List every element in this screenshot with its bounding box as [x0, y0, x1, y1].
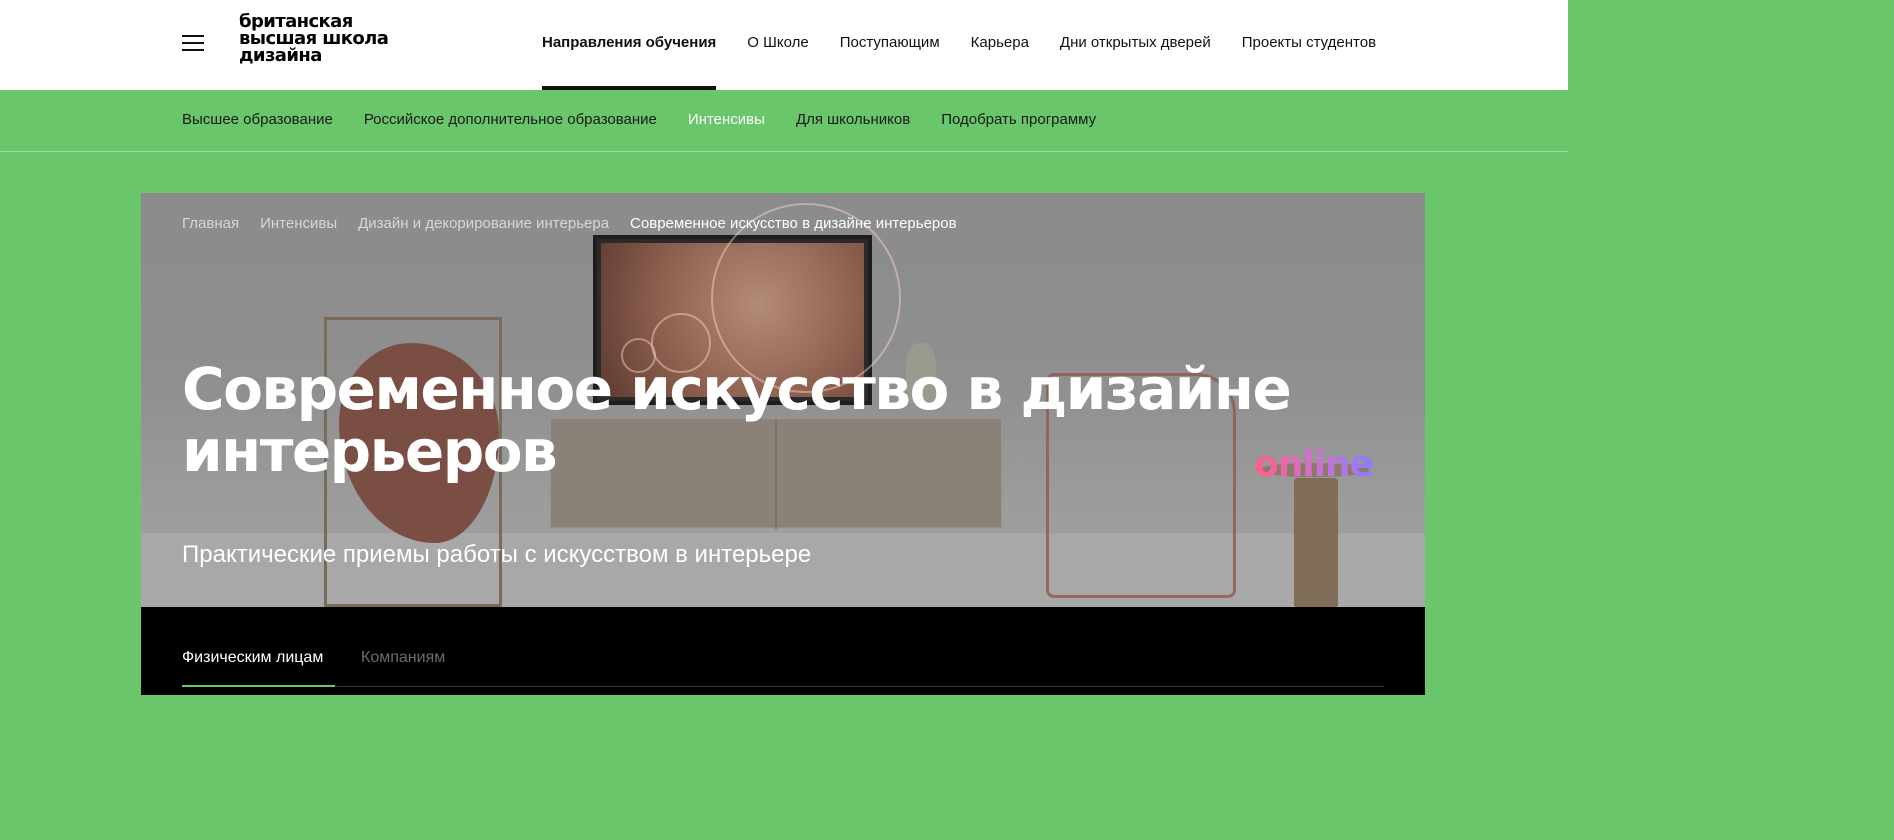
nav-item-directions[interactable]: Направления обучения — [542, 0, 717, 90]
active-tab-indicator — [182, 685, 335, 687]
breadcrumb-interior-design[interactable]: Дизайн и декорирование интерьера — [358, 215, 609, 232]
logo-line-3: дизайна — [239, 45, 322, 66]
tab-companies[interactable]: Компаниям — [361, 649, 445, 667]
main-nav: Направления обучения О Школе Поступающим… — [542, 0, 1407, 90]
page-title-line-1: Современное искусство в дизайне — [182, 355, 1292, 423]
breadcrumb: Главная Интенсивы Дизайн и декорирование… — [182, 215, 978, 232]
nav-item-student-projects[interactable]: Проекты студентов — [1242, 0, 1376, 90]
breadcrumb-current: Современное искусство в дизайне интерьер… — [630, 215, 957, 232]
hamburger-menu-icon[interactable] — [182, 35, 204, 53]
nav-item-open-days[interactable]: Дни открытых дверей — [1060, 0, 1211, 90]
audience-tabs-panel: Физическим лицам Компаниям — [141, 607, 1425, 695]
page-title-line-2: интерьеров — [182, 417, 558, 485]
page-title: Современное искусство в дизайне интерьер… — [182, 358, 1342, 482]
breadcrumb-home[interactable]: Главная — [182, 215, 239, 232]
subnav-item-schoolchildren[interactable]: Для школьников — [796, 90, 910, 150]
breadcrumb-intensives[interactable]: Интенсивы — [260, 215, 337, 232]
nav-item-about[interactable]: О Школе — [747, 0, 808, 90]
hero-image-stool — [1294, 478, 1338, 607]
site-header: британская высшая школа дизайна Направле… — [0, 0, 1568, 90]
online-badge: online — [1254, 444, 1374, 485]
tab-individuals[interactable]: Физическим лицам — [182, 649, 323, 667]
sub-nav: Высшее образование Российское дополнител… — [0, 90, 1568, 152]
logo[interactable]: британская высшая школа дизайна — [239, 13, 389, 66]
nav-item-career[interactable]: Карьера — [971, 0, 1029, 90]
subnav-item-additional-education[interactable]: Российское дополнительное образование — [364, 90, 657, 150]
page-subtitle: Практические приемы работы с искусством … — [182, 541, 812, 568]
subnav-item-intensives[interactable]: Интенсивы — [688, 90, 765, 150]
subnav-item-higher-education[interactable]: Высшее образование — [182, 90, 333, 150]
tabs-divider — [182, 686, 1384, 687]
nav-item-applicants[interactable]: Поступающим — [840, 0, 940, 90]
subnav-item-choose-program[interactable]: Подобрать программу — [941, 90, 1096, 150]
